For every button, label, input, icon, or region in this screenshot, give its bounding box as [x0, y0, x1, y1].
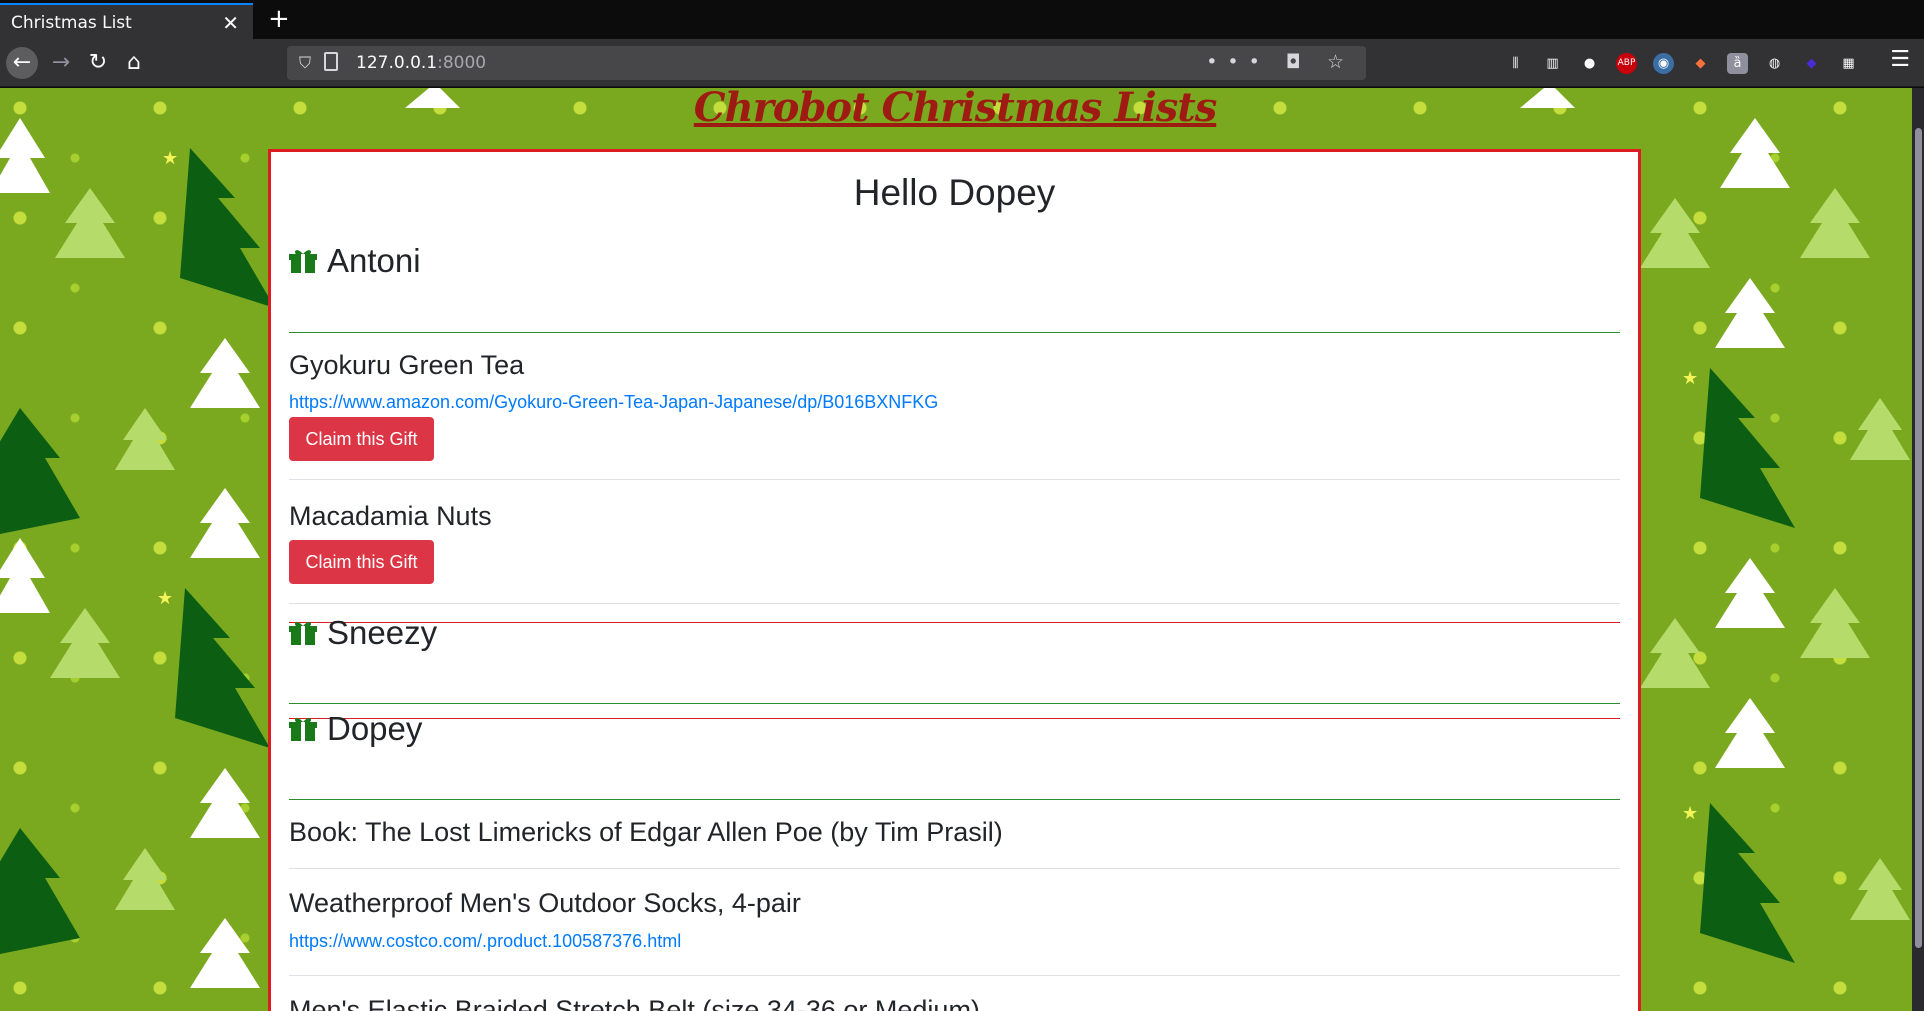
section-divider	[289, 703, 1620, 704]
gift-icon	[289, 250, 317, 273]
light-tree-icon	[1800, 188, 1870, 278]
tree-decoration-icon	[1715, 558, 1785, 648]
extensions-grid-icon[interactable]: ▦	[1838, 53, 1859, 74]
section-divider	[289, 332, 1620, 333]
sidebar-icon[interactable]: ▥	[1542, 53, 1563, 74]
reload-icon[interactable]: ↻	[82, 47, 114, 79]
tree-decoration-icon	[0, 538, 50, 628]
svg-text:★: ★	[1682, 803, 1698, 824]
dark-tree-icon	[0, 828, 80, 978]
address-bar[interactable]: ⛉ 127.0.0.1:8000 ••• ◘ ☆	[287, 46, 1366, 80]
tree-decoration-icon	[1715, 698, 1785, 788]
light-tree-icon	[55, 188, 125, 278]
home-icon[interactable]: ⌂	[118, 47, 150, 79]
dark-tree-icon: ★	[160, 148, 275, 328]
gift-icon	[289, 718, 317, 741]
gift-divider	[289, 868, 1620, 869]
light-tree-icon	[115, 848, 175, 928]
person-heading-dopey: Dopey	[289, 710, 1620, 748]
pocket-icon: ◘	[1285, 51, 1311, 73]
tab-christmas-list[interactable]: Christmas List ✕	[0, 3, 253, 39]
new-tab-icon[interactable]: +	[268, 4, 290, 34]
gift-divider	[289, 975, 1620, 976]
light-tree-icon	[1640, 618, 1710, 708]
close-tab-icon[interactable]: ✕	[222, 11, 239, 35]
svg-text:★: ★	[162, 148, 178, 169]
person-name: Antoni	[327, 242, 421, 279]
vertical-scrollbar[interactable]	[1912, 88, 1924, 1011]
svg-text:★: ★	[157, 588, 173, 609]
privacy-badger-icon[interactable]: ◉	[1653, 52, 1674, 74]
page-info-icon[interactable]	[324, 52, 338, 71]
light-tree-icon	[1850, 858, 1910, 938]
person-heading-sneezy: Sneezy	[289, 614, 1620, 652]
tree-decoration-icon	[190, 488, 260, 578]
claim-gift-button[interactable]: Claim this Gift	[289, 417, 434, 461]
claim-gift-button[interactable]: Claim this Gift	[289, 540, 434, 584]
gift-name: Weatherproof Men's Outdoor Socks, 4-pair	[289, 888, 801, 918]
gift-name: Macadamia Nuts	[289, 501, 492, 531]
cookie-icon[interactable]: ◍	[1764, 53, 1785, 74]
person-name: Dopey	[327, 710, 423, 747]
christmas-list-card: Hello Dopey Antoni Gyokuru Green Tea htt…	[268, 149, 1641, 1011]
translate-icon[interactable]: ȁ	[1727, 52, 1748, 74]
bookmark-star-icon: ☆	[1326, 51, 1354, 73]
dark-tree-icon: ★	[1680, 368, 1795, 548]
dark-tree-icon: ★	[1680, 803, 1795, 983]
library-icon[interactable]: ⫼	[1505, 53, 1526, 74]
dark-tree-icon: ★	[155, 588, 270, 768]
tree-decoration-icon	[1715, 278, 1785, 368]
page-viewport: ★ ★ ★ ★ Chrobot Christmas Lists Hello Do…	[0, 88, 1924, 1011]
tab-strip: Christmas List ✕ +	[0, 0, 1924, 39]
url-text[interactable]: 127.0.0.1:8000	[356, 53, 486, 73]
fox-extension-icon[interactable]: ◆	[1690, 53, 1711, 74]
extension-icons: ⫼ ▥ ● ABP ◉ ◆ ȁ ◍ ◆ ▦	[1505, 49, 1859, 77]
light-tree-icon	[1640, 198, 1710, 288]
light-tree-icon	[115, 408, 175, 488]
site-title-link[interactable]: Chrobot Christmas Lists	[0, 88, 1910, 131]
page-actions[interactable]: ••• ◘ ☆	[1206, 51, 1354, 73]
adblock-plus-icon[interactable]: ABP	[1616, 52, 1637, 74]
gift-name: Men's Elastic Braided Stretch Belt (size…	[289, 995, 980, 1011]
tree-decoration-icon	[190, 338, 260, 428]
tracking-shield-icon[interactable]: ⛉	[299, 53, 311, 73]
gift-name: Book: The Lost Limericks of Edgar Allen …	[289, 817, 1003, 847]
navigation-toolbar: ← → ↻ ⌂ ⛉ 127.0.0.1:8000 ••• ◘ ☆ ⫼ ▥ ● A…	[0, 39, 1924, 87]
gift-name: Gyokuru Green Tea	[289, 350, 525, 380]
gift-icon	[289, 622, 317, 645]
person-heading-antoni: Antoni	[289, 242, 1620, 280]
scrollbar-thumb[interactable]	[1915, 128, 1922, 948]
tab-title: Christmas List	[11, 13, 132, 33]
gift-divider	[289, 603, 1620, 604]
tree-decoration-icon	[1720, 118, 1790, 208]
light-tree-icon	[1800, 588, 1870, 678]
forward-arrow-icon[interactable]: →	[45, 47, 77, 79]
person-name: Sneezy	[327, 614, 438, 651]
tree-decoration-icon	[190, 918, 260, 1008]
menu-icon[interactable]: ☰	[1890, 47, 1910, 72]
gift-link[interactable]: https://www.costco.com/.product.10058737…	[289, 931, 681, 952]
tree-decoration-icon	[190, 768, 260, 858]
svg-text:★: ★	[1682, 368, 1698, 389]
back-arrow-icon[interactable]: ←	[6, 47, 38, 79]
section-divider	[289, 799, 1620, 800]
greeting-heading: Hello Dopey	[853, 172, 1056, 213]
tree-decoration-icon	[0, 118, 50, 208]
account-icon[interactable]: ●	[1579, 53, 1600, 74]
dark-tree-icon	[0, 408, 80, 558]
more-actions-icon: •••	[1206, 51, 1270, 73]
gift-link[interactable]: https://www.amazon.com/Gyokuro-Green-Tea…	[289, 392, 938, 413]
light-tree-icon	[1850, 398, 1910, 478]
gem-extension-icon[interactable]: ◆	[1801, 53, 1822, 74]
gift-divider	[289, 479, 1620, 480]
light-tree-icon	[50, 608, 120, 698]
